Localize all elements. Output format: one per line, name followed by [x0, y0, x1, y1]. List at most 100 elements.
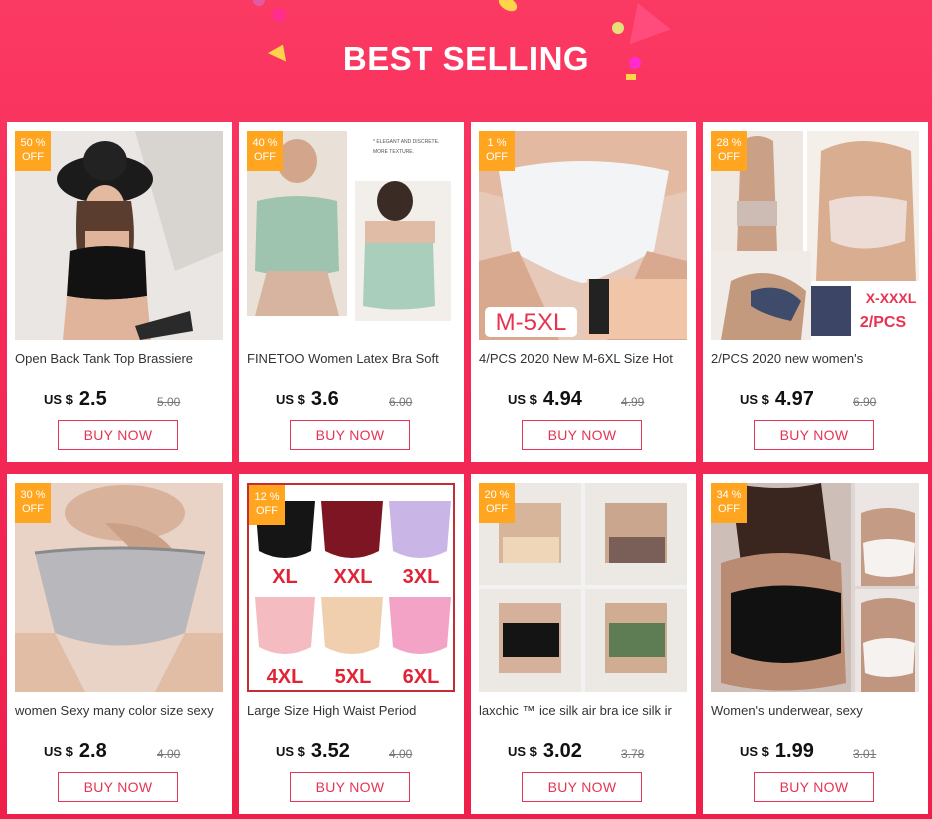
discount-off-label: OFF: [486, 151, 508, 163]
original-price: 3.78: [621, 747, 645, 761]
product-image[interactable]: * ELEGANT AND DISCRETE. MORE TEXTURE. 40…: [247, 131, 455, 340]
product-image[interactable]: 30 % OFF: [15, 483, 223, 692]
discount-percent: 40 %: [252, 137, 278, 149]
product-price: US $ 2.8: [44, 740, 107, 763]
discount-badge: 1 % OFF: [479, 131, 515, 171]
original-price: 4.99: [621, 395, 645, 409]
price-value: 3.02: [542, 740, 582, 762]
product-image[interactable]: X-XXXL 2/PCS 28 % OFF: [711, 131, 919, 340]
discount-badge: 34 % OFF: [711, 483, 747, 523]
discount-off-label: OFF: [254, 151, 276, 163]
image-caption-line-1: * ELEGANT AND DISCRETE.: [373, 139, 439, 145]
product-card[interactable]: X-XXXL 2/PCS 28 % OFF 2/PCS 2020 new wom…: [703, 122, 928, 462]
discount-off-label: OFF: [718, 503, 740, 515]
product-image[interactable]: 34 % OFF: [711, 483, 919, 692]
discount-badge: 20 % OFF: [479, 483, 515, 523]
image-size-label: XL: [272, 566, 298, 588]
image-caption-line-2: MORE TEXTURE.: [373, 149, 414, 155]
image-size-label: 6XL: [403, 666, 440, 688]
discount-percent: 1 %: [487, 137, 507, 149]
original-price: 6.90: [853, 395, 877, 409]
discount-percent: 20 %: [484, 489, 510, 501]
original-price: 6.00: [389, 395, 413, 409]
discount-off-label: OFF: [22, 503, 44, 515]
image-size-label: X-XXXL: [866, 290, 917, 306]
page-title: BEST SELLING: [342, 40, 590, 77]
original-price: 4.00: [389, 747, 413, 761]
product-name[interactable]: laxchic ™ ice silk air bra ice silk ir: [479, 703, 687, 718]
product-card[interactable]: 50 % OFF Open Back Tank Top Brassiere US…: [7, 122, 232, 462]
price-value: 4.97: [774, 388, 814, 410]
discount-percent: 50 %: [20, 137, 46, 149]
currency-label: US $: [44, 744, 73, 759]
product-name[interactable]: women Sexy many color size sexy: [15, 703, 223, 718]
image-size-label: 4XL: [267, 666, 304, 688]
price-value: 4.94: [542, 388, 582, 410]
discount-percent: 34 %: [716, 489, 742, 501]
product-price: US $ 4.97: [740, 388, 814, 411]
currency-label: US $: [508, 392, 537, 407]
currency-label: US $: [740, 744, 769, 759]
currency-label: US $: [276, 392, 305, 407]
product-name[interactable]: Large Size High Waist Period: [247, 703, 455, 718]
product-image[interactable]: M-5XL 1 % OFF: [479, 131, 687, 340]
confetti-triangle: [617, 0, 671, 45]
buy-now-button[interactable]: BUY NOW: [522, 420, 642, 450]
product-card[interactable]: * ELEGANT AND DISCRETE. MORE TEXTURE. 40…: [239, 122, 464, 462]
confetti-dot: [253, 0, 265, 6]
image-size-label: 5XL: [335, 666, 372, 688]
discount-badge: 12 % OFF: [249, 485, 285, 525]
product-image[interactable]: XL XXL 3XL 4XL 5XL 6XL 12 % OFF: [247, 483, 455, 692]
price-value: 2.5: [78, 388, 107, 410]
product-image[interactable]: 50 % OFF: [15, 131, 223, 340]
product-name[interactable]: Open Back Tank Top Brassiere: [15, 351, 223, 366]
buy-now-button[interactable]: BUY NOW: [754, 420, 874, 450]
discount-badge: 30 % OFF: [15, 483, 51, 523]
product-name[interactable]: FINETOO Women Latex Bra Soft: [247, 351, 455, 366]
product-card[interactable]: 30 % OFF women Sexy many color size sexy…: [7, 474, 232, 814]
buy-now-button[interactable]: BUY NOW: [290, 420, 410, 450]
price-value: 2.8: [78, 740, 107, 762]
confetti-dot: [272, 8, 286, 22]
product-card[interactable]: 20 % OFF laxchic ™ ice silk air bra ice …: [471, 474, 696, 814]
buy-now-button[interactable]: BUY NOW: [58, 772, 178, 802]
currency-label: US $: [44, 392, 73, 407]
price-value: 3.52: [310, 740, 350, 762]
discount-off-label: OFF: [486, 503, 508, 515]
product-name[interactable]: Women's underwear, sexy: [711, 703, 919, 718]
product-name[interactable]: 4/PCS 2020 New M-6XL Size Hot: [479, 351, 687, 366]
product-price: US $ 1.99: [740, 740, 814, 763]
product-price: US $ 3.52: [276, 740, 350, 763]
currency-label: US $: [508, 744, 537, 759]
image-size-label: M-5XL: [496, 309, 567, 336]
buy-now-button[interactable]: BUY NOW: [58, 420, 178, 450]
original-price: 4.00: [157, 747, 181, 761]
image-size-label: 3XL: [403, 566, 440, 588]
currency-label: US $: [740, 392, 769, 407]
currency-label: US $: [276, 744, 305, 759]
buy-now-button[interactable]: BUY NOW: [290, 772, 410, 802]
discount-percent: 30 %: [20, 489, 46, 501]
buy-now-button[interactable]: BUY NOW: [522, 772, 642, 802]
price-value: 1.99: [774, 740, 814, 762]
confetti-leaf: [496, 0, 520, 15]
product-price: US $ 3.02: [508, 740, 582, 763]
product-name[interactable]: 2/PCS 2020 new women's: [711, 351, 919, 366]
original-price: 3.01: [853, 747, 877, 761]
buy-now-button[interactable]: BUY NOW: [754, 772, 874, 802]
discount-off-label: OFF: [256, 505, 278, 517]
product-card[interactable]: XL XXL 3XL 4XL 5XL 6XL 12 % OFF Large Si…: [239, 474, 464, 814]
product-image[interactable]: 20 % OFF: [479, 483, 687, 692]
image-size-label: XXL: [334, 566, 373, 588]
discount-badge: 40 % OFF: [247, 131, 283, 171]
product-price: US $ 3.6: [276, 388, 339, 411]
discount-badge: 28 % OFF: [711, 131, 747, 171]
image-pack-label: 2/PCS: [860, 314, 907, 331]
product-price: US $ 4.94: [508, 388, 582, 411]
product-card[interactable]: M-5XL 1 % OFF 4/PCS 2020 New M-6XL Size …: [471, 122, 696, 462]
discount-percent: 12 %: [254, 491, 280, 503]
discount-off-label: OFF: [718, 151, 740, 163]
discount-percent: 28 %: [716, 137, 742, 149]
product-card[interactable]: 34 % OFF Women's underwear, sexy US $ 1.9…: [703, 474, 928, 814]
discount-off-label: OFF: [22, 151, 44, 163]
